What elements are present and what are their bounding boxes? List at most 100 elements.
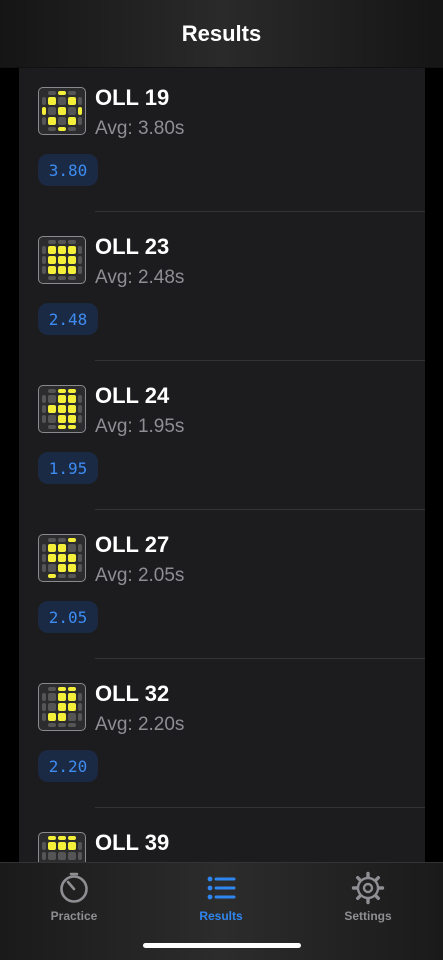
sticker: [78, 240, 82, 244]
timer-icon: [60, 872, 88, 903]
case-average: Avg: 2.48s: [95, 267, 185, 288]
case-average: Avg: 3.80s: [95, 118, 185, 139]
time-chip[interactable]: 2.48: [38, 303, 98, 335]
sticker: [42, 852, 46, 860]
sticker: [68, 842, 76, 850]
sticker: [58, 538, 66, 542]
sticker: [78, 127, 82, 131]
sticker: [58, 415, 66, 423]
sticker: [42, 256, 46, 264]
sticker: [42, 405, 46, 413]
result-row[interactable]: OLL 39: [19, 808, 425, 862]
sticker: [78, 107, 82, 115]
sticker: [58, 405, 66, 413]
result-row[interactable]: OLL 23 Avg: 2.48s 2.48: [19, 212, 425, 361]
sticker: [68, 240, 76, 244]
sticker: [68, 836, 76, 840]
sticker: [48, 405, 56, 413]
sticker: [48, 425, 56, 429]
sticker: [42, 395, 46, 403]
sticker: [68, 395, 76, 403]
sticker: [78, 852, 82, 860]
sticker: [58, 107, 66, 115]
sticker: [58, 97, 66, 105]
sticker: [58, 836, 66, 840]
sticker: [68, 687, 76, 691]
sticker: [78, 693, 82, 701]
case-average: Avg: 1.95s: [95, 416, 185, 437]
sticker: [42, 425, 46, 429]
sticker: [48, 256, 56, 264]
sticker: [48, 276, 56, 280]
sticker: [68, 389, 76, 393]
sticker: [42, 389, 46, 393]
sticker: [48, 852, 56, 860]
sticker: [68, 425, 76, 429]
sticker: [68, 693, 76, 701]
sticker: [58, 852, 66, 860]
sticker: [78, 723, 82, 727]
sticker: [48, 544, 56, 552]
sticker: [58, 240, 66, 244]
sticker: [42, 246, 46, 254]
sticker: [42, 554, 46, 562]
sticker: [58, 117, 66, 125]
sticker: [78, 687, 82, 691]
sticker: [48, 246, 56, 254]
results-list[interactable]: OLL 19 Avg: 3.80s 3.80 OLL 23 Avg: 2.48s…: [19, 68, 425, 862]
sticker: [48, 127, 56, 131]
sticker: [78, 97, 82, 105]
sticker: [48, 693, 56, 701]
result-row[interactable]: OLL 27 Avg: 2.05s 2.05: [19, 510, 425, 659]
time-chip[interactable]: 1.95: [38, 452, 98, 484]
sticker: [78, 256, 82, 264]
time-chip[interactable]: 3.80: [38, 154, 98, 186]
sticker: [48, 703, 56, 711]
tab-practice[interactable]: Practice: [19, 871, 129, 931]
sticker: [48, 415, 56, 423]
sticker: [42, 836, 46, 840]
sticker: [42, 266, 46, 274]
sticker: [78, 389, 82, 393]
sticker: [58, 276, 66, 280]
tab-settings[interactable]: Settings: [313, 871, 423, 931]
time-chip[interactable]: 2.20: [38, 750, 98, 782]
sticker: [58, 713, 66, 721]
sticker: [58, 389, 66, 393]
sticker: [68, 107, 76, 115]
result-row[interactable]: OLL 19 Avg: 3.80s 3.80: [19, 68, 425, 212]
sticker: [78, 538, 82, 542]
sticker: [48, 842, 56, 850]
sticker: [68, 713, 76, 721]
tab-results[interactable]: Results: [166, 871, 276, 931]
sticker: [48, 713, 56, 721]
sticker: [48, 389, 56, 393]
sticker: [42, 713, 46, 721]
tab-label: Practice: [50, 909, 98, 923]
sticker: [58, 127, 66, 131]
sticker: [58, 723, 66, 727]
sticker: [68, 276, 76, 280]
sticker: [68, 574, 76, 578]
result-row[interactable]: OLL 32 Avg: 2.20s 2.20: [19, 659, 425, 808]
time-chip[interactable]: 2.05: [38, 601, 98, 633]
sticker: [68, 91, 76, 95]
sticker: [42, 693, 46, 701]
sticker: [78, 836, 82, 840]
sticker: [68, 852, 76, 860]
sticker: [48, 836, 56, 840]
sticker: [58, 395, 66, 403]
tab-label: Settings: [344, 909, 392, 923]
sticker: [78, 842, 82, 850]
sticker: [78, 395, 82, 403]
sticker: [48, 97, 56, 105]
sticker: [78, 405, 82, 413]
sticker: [42, 240, 46, 244]
sticker: [68, 703, 76, 711]
case-name: OLL 27: [95, 532, 170, 557]
sticker: [48, 554, 56, 562]
sticker: [42, 703, 46, 711]
sticker: [78, 574, 82, 578]
sticker: [58, 256, 66, 264]
result-row[interactable]: OLL 24 Avg: 1.95s 1.95: [19, 361, 425, 510]
